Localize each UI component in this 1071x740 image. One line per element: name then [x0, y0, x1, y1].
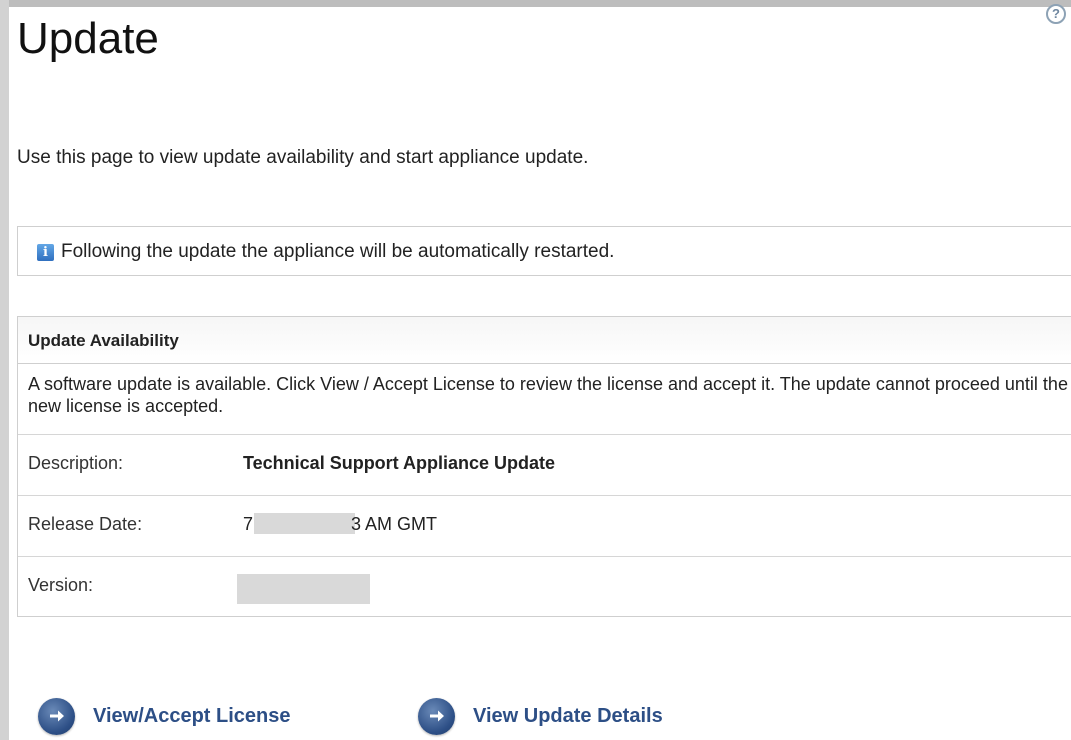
info-icon: i: [37, 244, 54, 261]
panel-description: A software update is available. Click Vi…: [28, 374, 1068, 416]
description-label: Description:: [28, 453, 124, 473]
page-intro-text: Use this page to view update availabilit…: [17, 147, 589, 168]
release-date-row: Release Date: 7 3 AM GMT: [18, 495, 1071, 556]
release-date-suffix: 3 AM GMT: [351, 514, 438, 534]
view-update-details-label: View Update Details: [473, 704, 663, 727]
panel-title: Update Availability: [28, 331, 179, 350]
version-row: Version:: [18, 556, 1071, 617]
top-cropped-strip: [0, 0, 1071, 7]
info-message-text: Following the update the appliance will …: [61, 241, 615, 262]
page-title: Update: [17, 14, 159, 63]
update-availability-panel: Update Availability A software update is…: [17, 316, 1071, 617]
left-frame-border: [0, 0, 9, 740]
view-update-details-button[interactable]: View Update Details: [418, 696, 663, 736]
arrow-right-circle-icon: [418, 697, 455, 735]
info-message-box: i Following the update the appliance wil…: [17, 226, 1071, 276]
view-accept-license-label: View/Accept License: [93, 704, 291, 727]
help-icon[interactable]: ?: [1046, 4, 1066, 24]
description-row: Description: Technical Support Appliance…: [18, 434, 1071, 495]
version-redaction: [237, 574, 370, 604]
panel-header: Update Availability: [18, 317, 1071, 364]
arrow-right-circle-icon: [38, 697, 75, 735]
version-label: Version:: [28, 575, 94, 595]
release-date-label: Release Date:: [28, 514, 143, 534]
description-value: Technical Support Appliance Update: [243, 453, 556, 473]
release-date-redaction: [254, 513, 355, 534]
view-accept-license-button[interactable]: View/Accept License: [38, 696, 291, 736]
release-date-prefix: 7: [243, 514, 254, 534]
